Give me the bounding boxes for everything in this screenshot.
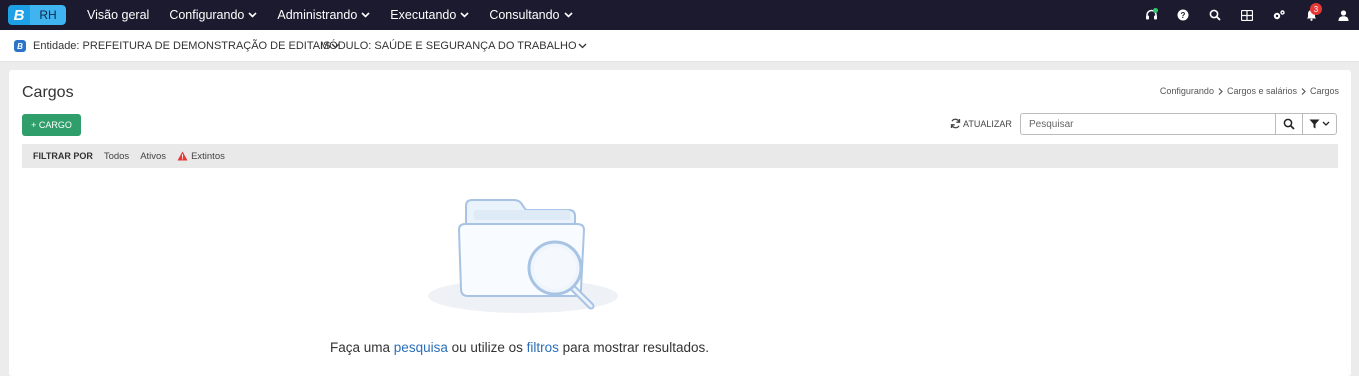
page-title: Cargos [22,84,74,101]
chevron-right-icon [1301,87,1306,95]
global-search-button[interactable] [1199,0,1231,30]
filter-option-label: Extintos [191,150,225,162]
filter-option-extintos[interactable]: Extintos [177,151,225,162]
help-button[interactable]: ? [1167,0,1199,30]
entity-logo-icon: B [14,40,26,52]
nav-item-administrando[interactable]: Administrando [277,8,370,22]
filter-icon [1309,119,1320,129]
breadcrumb-item: Cargos [1309,86,1339,96]
app-logo[interactable]: B RH [8,5,66,25]
nav-item-label: Administrando [277,8,358,22]
empty-state-message: Faça uma pesquisa ou utilize os filtros … [9,340,1030,355]
help-icon: ? [1177,9,1189,21]
filter-bar: FILTRAR POR Todos Ativos Extintos [22,144,1338,168]
content-card: Cargos Configurando Cargos e salários Ca… [9,70,1351,376]
search-icon [1283,118,1295,130]
online-status-dot [1153,8,1158,13]
chevron-down-icon [1322,121,1330,126]
add-cargo-button[interactable]: + CARGO [22,114,81,136]
entity-selector[interactable]: Entidade: PREFEITURA DE DEMONSTRAÇÃO DE … [33,30,340,62]
nav-item-label: Visão geral [87,8,150,22]
search-submit-button[interactable] [1275,114,1302,134]
refresh-label: ATUALIZAR [963,118,1012,129]
settings-icon [1273,10,1285,20]
empty-state-text: ou utilize os [447,340,527,355]
notification-badge: 3 [1310,3,1322,15]
notifications-button[interactable]: 3 [1295,0,1327,30]
logo-letter: B [8,5,30,25]
logo-module: RH [30,5,66,25]
search-icon [1209,9,1221,21]
nav-item-consultando[interactable]: Consultando [489,8,573,22]
chevron-down-icon [361,12,370,18]
nav-item-configurando[interactable]: Configurando [169,8,257,22]
empty-state-text: para mostrar resultados. [558,340,709,355]
empty-folder-search-illustration [428,199,618,313]
nav-item-executando[interactable]: Executando [390,8,469,22]
chevron-right-icon [1218,87,1223,95]
navbar-actions: ? 3 [1135,0,1359,30]
nav-item-visao-geral[interactable]: Visão geral [87,8,149,22]
user-icon [1338,9,1348,21]
svg-text:?: ? [1181,11,1186,20]
support-button[interactable] [1135,0,1167,30]
filter-label: FILTRAR POR [33,151,93,161]
breadcrumb: Configurando Cargos e salários Cargos [1160,86,1339,96]
filter-option-todos[interactable]: Todos [104,151,129,162]
settings-button[interactable] [1263,0,1295,30]
top-navbar: B RH Visão geral Configurando Administra… [0,0,1359,30]
main-nav: Visão geral Configurando Administrando E… [87,0,593,30]
chevron-down-icon [563,12,573,18]
filter-option-ativos[interactable]: Ativos [140,151,166,162]
warning-icon [177,151,188,161]
search-link[interactable]: pesquisa [394,340,448,355]
apps-button[interactable] [1231,0,1263,30]
chevron-down-icon [248,12,257,18]
module-selector[interactable]: MÓDULO: SAÚDE E SEGURANÇA DO TRABALHO [320,30,587,62]
module-label: MÓDULO: SAÚDE E SEGURANÇA DO TRABALHO [320,40,577,52]
user-menu-button[interactable] [1327,0,1359,30]
filter-dropdown-button[interactable] [1302,114,1336,134]
chevron-down-icon [460,12,469,18]
context-bar: B Entidade: PREFEITURA DE DEMONSTRAÇÃO D… [0,30,1359,62]
empty-state-text: Faça uma [330,340,394,355]
apps-grid-icon [1241,9,1253,21]
refresh-icon [950,118,961,129]
search-box [1020,113,1337,135]
nav-item-label: Executando [390,8,457,22]
refresh-button[interactable]: ATUALIZAR [950,118,1012,129]
nav-item-label: Configurando [169,8,245,22]
entity-label: Entidade: PREFEITURA DE DEMONSTRAÇÃO DE … [33,40,331,52]
breadcrumb-item[interactable]: Configurando [1160,86,1214,96]
search-input[interactable] [1021,114,1275,134]
chevron-down-icon [578,43,586,49]
breadcrumb-item[interactable]: Cargos e salários [1227,86,1297,96]
filters-link[interactable]: filtros [527,340,559,355]
nav-item-label: Consultando [489,8,560,22]
